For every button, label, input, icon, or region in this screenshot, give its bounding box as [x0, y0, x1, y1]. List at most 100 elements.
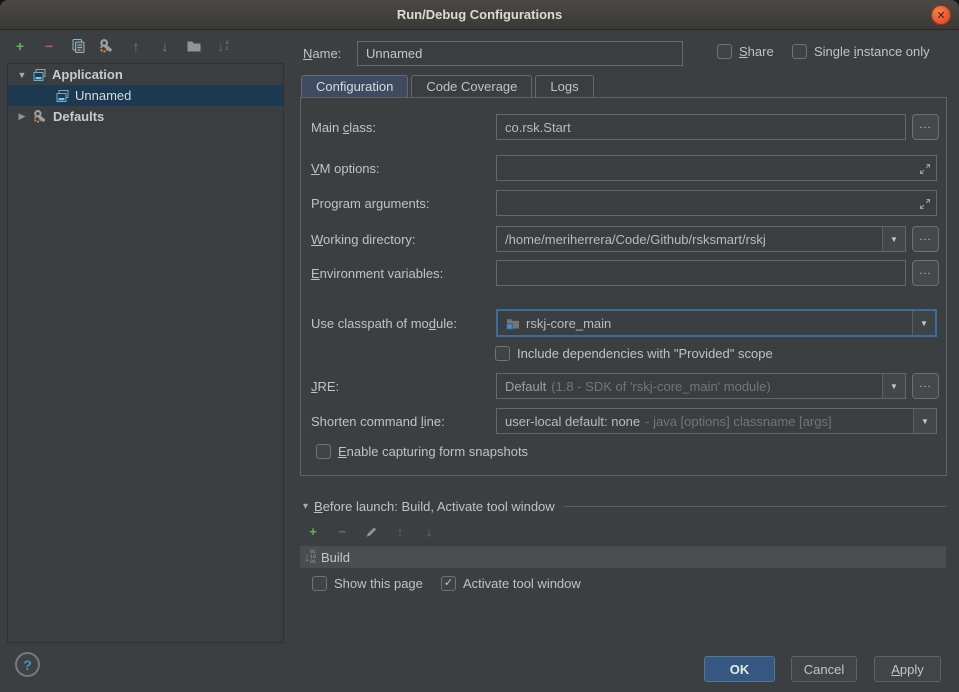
up-arrow-icon: ↑: [397, 524, 404, 539]
configurations-toolbar: + − ↑ ↓ ↓az: [12, 36, 231, 56]
ellipsis-icon: ...: [919, 119, 931, 131]
tree-item-label: Unnamed: [75, 88, 131, 103]
tab-code-coverage[interactable]: Code Coverage: [411, 75, 532, 98]
jre-browse-button[interactable]: ...: [912, 373, 939, 399]
single-instance-checkbox[interactable]: Single instance only: [792, 44, 930, 59]
minus-icon: −: [45, 38, 53, 54]
share-label: Share: [739, 44, 774, 59]
create-folder-button[interactable]: [186, 38, 202, 54]
ellipsis-icon: ...: [919, 231, 931, 243]
expand-field-icon[interactable]: [919, 162, 931, 180]
add-task-button[interactable]: +: [306, 524, 320, 538]
tree-item-application[interactable]: ▼ Application: [8, 64, 283, 85]
provided-scope-label: Include dependencies with "Provided" sco…: [517, 346, 773, 361]
defaults-wrench-icon: [33, 109, 48, 124]
add-configuration-button[interactable]: +: [12, 38, 28, 54]
name-label: Name:: [303, 46, 341, 61]
apply-button[interactable]: Apply: [874, 656, 941, 682]
checkbox-box[interactable]: [495, 346, 510, 361]
environment-variables-label: Environment variables:: [311, 266, 496, 281]
name-field[interactable]: [357, 41, 683, 66]
before-launch-title: Before launch: Build, Activate tool wind…: [314, 499, 555, 514]
dropdown-icon: ▼: [890, 382, 898, 391]
remove-configuration-button[interactable]: −: [41, 38, 57, 54]
checkbox-box[interactable]: [717, 44, 732, 59]
ok-button[interactable]: OK: [704, 656, 775, 682]
jre-value-detail: (1.8 - SDK of 'rskj-core_main' module): [551, 379, 771, 394]
jre-value: Default: [505, 379, 546, 394]
environment-variables-field[interactable]: [496, 260, 906, 286]
main-class-browse-button[interactable]: ...: [912, 114, 939, 140]
classpath-module-combobox[interactable]: rskj-core_main ▼: [496, 309, 937, 337]
tree-item-defaults[interactable]: ▶ Defaults: [8, 106, 283, 127]
form-snapshots-checkbox[interactable]: Enable capturing form snapshots: [316, 444, 528, 459]
sort-configurations-button[interactable]: ↓az: [215, 38, 231, 54]
tab-logs[interactable]: Logs: [535, 75, 593, 98]
shorten-command-line-combobox[interactable]: user-local default: none- java [options]…: [496, 408, 937, 434]
checkbox-box[interactable]: [792, 44, 807, 59]
minus-icon: −: [338, 524, 346, 539]
working-directory-value: /home/meriherrera/Code/Github/rsksmart/r…: [497, 227, 882, 251]
provided-scope-checkbox[interactable]: Include dependencies with "Provided" sco…: [495, 346, 773, 361]
expand-field-icon[interactable]: [919, 197, 931, 215]
classpath-module-dropdown-button[interactable]: ▼: [912, 311, 935, 335]
activate-tool-window-checkbox[interactable]: ✓ Activate tool window: [441, 576, 581, 591]
move-down-button[interactable]: ↓: [157, 38, 173, 54]
remove-task-button[interactable]: −: [335, 524, 349, 538]
run-debug-configurations-dialog: Run/Debug Configurations ✕ + − ↑ ↓ ↓az: [0, 0, 959, 692]
application-icon: [33, 68, 47, 82]
section-divider: [564, 506, 946, 507]
form-snapshots-label: Enable capturing form snapshots: [338, 444, 528, 459]
classpath-module-value: rskj-core_main: [526, 316, 611, 331]
close-button[interactable]: ✕: [931, 5, 951, 25]
share-checkbox[interactable]: Share: [717, 44, 774, 59]
tree-item-label: Application: [52, 67, 123, 82]
environment-variables-browse-button[interactable]: ...: [912, 260, 939, 286]
checkbox-box[interactable]: ✓: [441, 576, 456, 591]
main-class-label: Main class:: [311, 120, 496, 135]
copy-configuration-button[interactable]: [70, 38, 86, 54]
program-arguments-field[interactable]: [496, 190, 937, 216]
jre-label: JRE:: [311, 379, 496, 394]
before-launch-header[interactable]: ▾ Before launch: Build, Activate tool wi…: [303, 499, 946, 514]
jre-dropdown-button[interactable]: ▼: [882, 374, 905, 398]
pencil-icon: [365, 525, 378, 538]
tree-expanded-icon[interactable]: ▼: [15, 70, 29, 80]
vm-options-field[interactable]: [496, 155, 937, 181]
jre-combobox[interactable]: Default (1.8 - SDK of 'rskj-core_main' mo…: [496, 373, 906, 399]
move-task-up-button[interactable]: ↑: [393, 524, 407, 538]
up-arrow-icon: ↑: [133, 38, 140, 54]
checkbox-box[interactable]: [316, 444, 331, 459]
down-arrow-icon: ↓: [162, 38, 169, 54]
help-icon: ?: [23, 657, 32, 673]
dialog-body: + − ↑ ↓ ↓az ▼: [0, 30, 959, 692]
checkbox-box[interactable]: [312, 576, 327, 591]
working-directory-combobox[interactable]: /home/meriherrera/Code/Github/rsksmart/r…: [496, 226, 906, 252]
working-directory-browse-button[interactable]: ...: [912, 226, 939, 252]
show-this-page-checkbox[interactable]: Show this page: [312, 576, 423, 591]
tab-configuration[interactable]: Configuration: [301, 75, 408, 98]
ellipsis-icon: ...: [919, 265, 931, 277]
tree-item-unnamed[interactable]: Unnamed: [8, 85, 283, 106]
move-task-down-button[interactable]: ↓: [422, 524, 436, 538]
help-button[interactable]: ?: [15, 652, 40, 677]
main-class-field[interactable]: [496, 114, 906, 140]
edit-defaults-button[interactable]: [99, 38, 115, 54]
vm-options-label: VM options:: [311, 161, 496, 176]
tree-collapsed-icon[interactable]: ▶: [15, 111, 29, 122]
section-collapse-icon[interactable]: ▾: [303, 501, 308, 512]
build-task-label: Build: [321, 550, 350, 565]
vm-options-row: VM options:: [311, 155, 937, 181]
build-task-row[interactable]: ↓ 011001 Build: [300, 546, 946, 568]
shorten-value: user-local default: none: [505, 414, 640, 429]
edit-task-button[interactable]: [364, 524, 378, 538]
main-class-row: Main class: ...: [311, 114, 939, 140]
before-launch-toolbar: + − ↑ ↓: [306, 524, 436, 538]
program-arguments-row: Program arguments:: [311, 190, 937, 216]
plus-icon: +: [16, 38, 24, 54]
cancel-button[interactable]: Cancel: [791, 656, 857, 682]
dropdown-icon: ▼: [920, 319, 928, 328]
shorten-dropdown-button[interactable]: ▼: [913, 409, 936, 433]
move-up-button[interactable]: ↑: [128, 38, 144, 54]
working-directory-dropdown-button[interactable]: ▼: [882, 227, 905, 251]
